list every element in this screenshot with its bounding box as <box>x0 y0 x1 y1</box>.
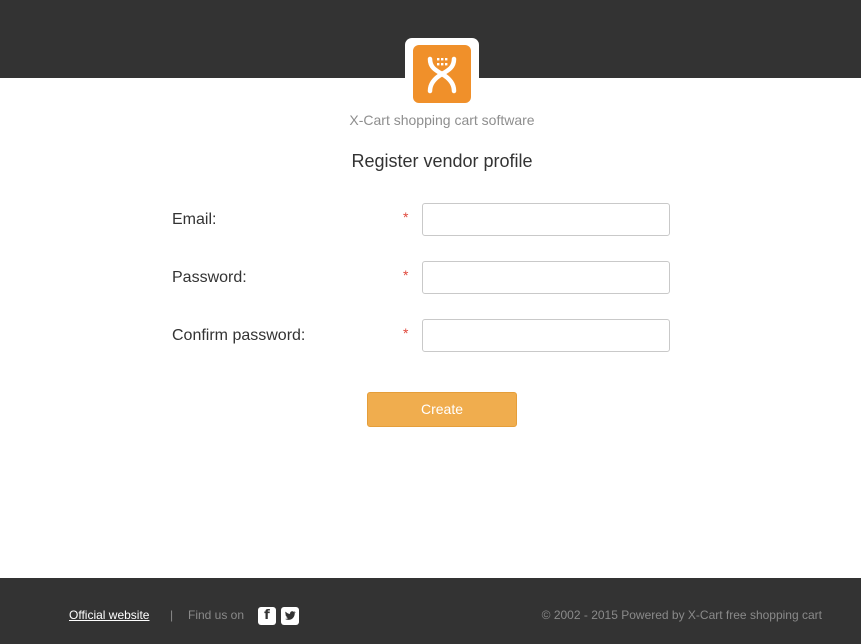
page: X-Cart shopping cart software Register v… <box>0 0 861 644</box>
page-title: Register vendor profile <box>351 151 533 171</box>
find-us-label: Find us on <box>188 608 245 622</box>
password-row: Password: * <box>172 261 672 297</box>
confirm-password-label: Confirm password: <box>172 327 306 344</box>
footer-separator: | <box>170 608 174 622</box>
required-mark: * <box>403 267 409 283</box>
email-label: Email: <box>172 211 217 228</box>
email-field[interactable] <box>422 203 670 236</box>
password-field[interactable] <box>422 261 670 294</box>
footer: Official website | Find us on f © 2002 -… <box>0 578 861 644</box>
copyright-text: © 2002 - 2015 Powered by X-Cart free sho… <box>541 608 822 622</box>
confirm-password-field[interactable] <box>422 319 670 352</box>
confirm-password-row: Confirm password: * <box>172 319 672 355</box>
required-mark: * <box>403 325 409 341</box>
tagline: X-Cart shopping cart software <box>349 112 535 128</box>
twitter-icon[interactable] <box>281 607 299 625</box>
facebook-icon[interactable]: f <box>258 607 276 625</box>
x-cart-logo-icon <box>413 45 471 103</box>
create-button[interactable]: Create <box>367 392 517 427</box>
password-label: Password: <box>172 269 247 286</box>
logo[interactable] <box>405 38 479 110</box>
required-mark: * <box>403 209 409 225</box>
email-row: Email: * <box>172 203 672 239</box>
official-website-link[interactable]: Official website <box>69 608 149 622</box>
